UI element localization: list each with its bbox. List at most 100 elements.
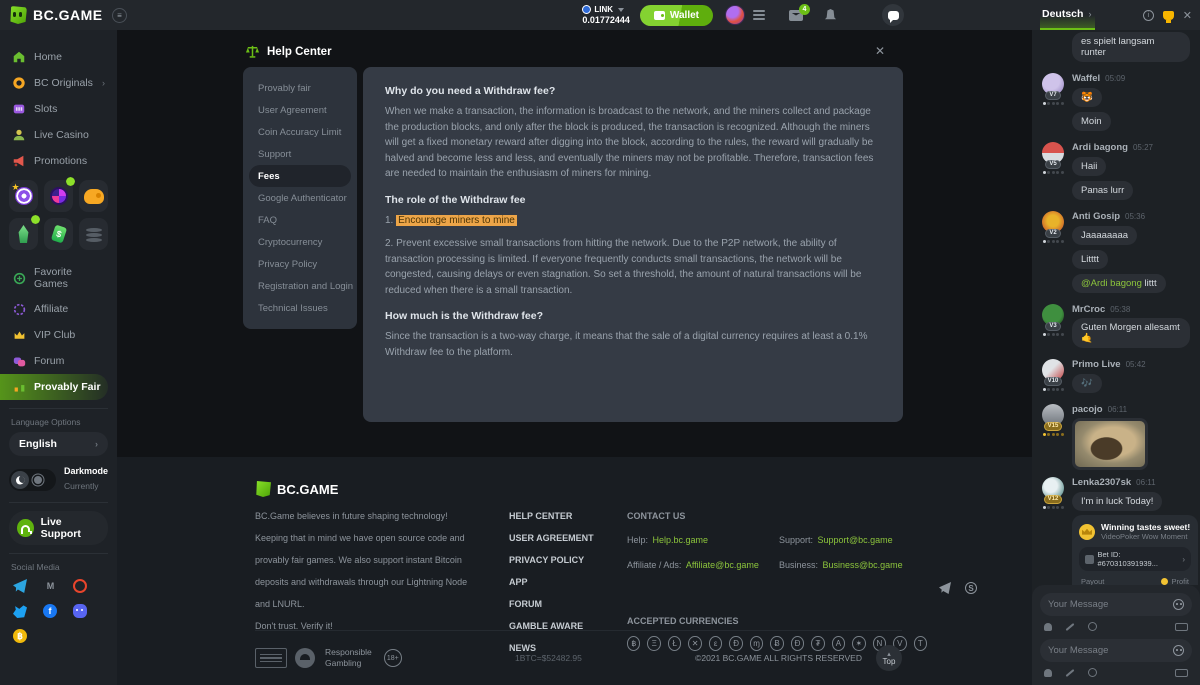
username[interactable]: Ardi bagong	[1072, 142, 1128, 153]
username[interactable]: MrCroc	[1072, 304, 1105, 315]
logo[interactable]: BC.GAME	[0, 6, 108, 24]
chat-language-tab[interactable]: Deutsch ›	[1040, 0, 1095, 30]
contact-label: Business:	[779, 560, 818, 570]
contact-support-link[interactable]: Support@bc.game	[817, 535, 892, 545]
username[interactable]: Primo Live	[1072, 359, 1121, 370]
telegram-icon[interactable]	[13, 579, 27, 593]
github-icon[interactable]	[73, 579, 87, 593]
sidebar-item-favorite-games[interactable]: Favorite Games	[9, 260, 108, 296]
sidebar-item-affiliate[interactable]: Affiliate	[9, 296, 108, 322]
timestamp: 06:11	[1136, 478, 1155, 487]
level-dots	[1043, 171, 1064, 174]
username[interactable]: Lenka2307sk	[1072, 477, 1131, 488]
language-selector[interactable]: English ›	[9, 432, 108, 456]
chat-input-2[interactable]	[1040, 639, 1192, 662]
footer-link-app[interactable]: APP	[509, 577, 627, 587]
darkmode-option[interactable]	[11, 471, 29, 489]
emoji-icon[interactable]	[1173, 645, 1184, 656]
chat-input-1[interactable]	[1040, 593, 1192, 616]
promo-piggy-bank-icon[interactable]	[79, 180, 108, 212]
sidebar-item-promotions[interactable]: Promotions	[9, 148, 108, 174]
message-bubble: I'm in luck Today!	[1072, 492, 1162, 511]
sidebar-item-vip-club[interactable]: VIP Club	[9, 322, 108, 348]
help-menu-cryptocurrency[interactable]: Cryptocurrency	[249, 231, 351, 253]
chat-close-icon[interactable]: ✕	[1183, 9, 1192, 22]
mention[interactable]: @Ardi bagong	[1081, 278, 1142, 289]
footer-link-user-agreement[interactable]: USER AGREEMENT	[509, 533, 627, 543]
promo-rocket-icon[interactable]	[9, 218, 38, 250]
edit-icon[interactable]	[1066, 623, 1075, 631]
username[interactable]: pacojo	[1072, 404, 1103, 415]
tip-users-icon[interactable]	[1044, 669, 1052, 677]
coin-drop-icon[interactable]	[1088, 668, 1097, 677]
sidebar-item-slots[interactable]: Slots	[9, 96, 108, 122]
username[interactable]: Anti Gosip	[1072, 211, 1120, 222]
sidebar-item-forum[interactable]: Forum	[9, 348, 108, 374]
footer-link-help-center[interactable]: HELP CENTER	[509, 511, 627, 521]
username[interactable]: Waffel	[1072, 73, 1100, 84]
contact-affiliate-link[interactable]: Affiliate@bc.game	[686, 560, 759, 570]
live-support-button[interactable]: Live Support	[9, 511, 108, 545]
medium-icon[interactable]: M	[43, 579, 57, 593]
content-heading-1: Why do you need a Withdraw fee?	[385, 85, 881, 97]
bet-id-button[interactable]: Bet ID: #670310391939... ›	[1079, 547, 1191, 571]
sidebar-item-live-casino[interactable]: Live Casino	[9, 122, 108, 148]
theme-title: Darkmode	[64, 466, 108, 476]
scroll-to-top-button[interactable]: ▴Top	[876, 645, 902, 671]
help-menu-registration-and-login[interactable]: Registration and Login	[249, 275, 351, 297]
edit-icon[interactable]	[1066, 669, 1075, 677]
sidebar-item-bc-originals[interactable]: BC Originals ›	[9, 70, 108, 96]
user-avatar[interactable]	[725, 5, 745, 25]
wallet-button[interactable]: Wallet	[640, 5, 713, 26]
photo-attachment[interactable]	[1072, 418, 1148, 470]
help-menu-fees[interactable]: Fees	[249, 165, 351, 187]
footer-link-privacy-policy[interactable]: PRIVACY POLICY	[509, 555, 627, 565]
help-menu-coin-accuracy-limit[interactable]: Coin Accuracy Limit	[249, 121, 351, 143]
help-menu-google-authenticator[interactable]: Google Authenticator	[249, 187, 351, 209]
facebook-icon[interactable]: f	[43, 604, 57, 618]
help-menu-privacy-policy[interactable]: Privacy Policy	[249, 253, 351, 275]
help-menu-provably-fair[interactable]: Provably fair	[249, 77, 351, 99]
contact-help-link[interactable]: Help.bc.game	[652, 535, 708, 545]
trophy-icon[interactable]	[1163, 11, 1174, 20]
lightmode-option[interactable]	[29, 471, 47, 489]
bitcointalk-icon[interactable]: ฿	[13, 629, 27, 643]
sidebar-item-home[interactable]: Home	[9, 44, 108, 70]
sidebar-item-label: VIP Club	[34, 329, 75, 341]
tip-users-icon[interactable]	[1044, 623, 1052, 631]
footer-link-forum[interactable]: FORUM	[509, 599, 627, 609]
close-icon[interactable]: ✕	[875, 44, 885, 58]
telegram-icon[interactable]	[939, 582, 951, 594]
coin-selector[interactable]: LINK 0.01772444	[582, 5, 630, 25]
emoji-icon[interactable]	[1173, 599, 1184, 610]
help-menu-technical-issues[interactable]: Technical Issues	[249, 297, 351, 319]
promo-dollar-tag-icon[interactable]: $	[44, 218, 73, 250]
discord-icon[interactable]	[73, 604, 87, 618]
inbox-button[interactable]: 4	[789, 10, 803, 21]
affiliate-icon	[12, 302, 26, 316]
coin-drop-icon[interactable]	[1088, 622, 1097, 631]
keyboard-icon[interactable]	[1175, 669, 1188, 677]
chat-toggle-button[interactable]	[882, 4, 904, 26]
sidebar-collapse-button[interactable]: ≡	[112, 8, 127, 23]
keyboard-icon[interactable]	[1175, 623, 1188, 631]
divider	[9, 553, 108, 554]
account-menu-icon[interactable]	[753, 10, 765, 20]
help-menu-support[interactable]: Support	[249, 143, 351, 165]
message-input[interactable]	[1048, 599, 1173, 610]
twitter-icon[interactable]	[13, 604, 27, 618]
help-menu-faq[interactable]: FAQ	[249, 209, 351, 231]
moon-icon	[16, 476, 25, 485]
skype-icon[interactable]: S	[965, 582, 977, 594]
message-input[interactable]	[1048, 645, 1173, 656]
bet-card-title: Winning tastes sweet!	[1101, 522, 1190, 532]
theme-toggle[interactable]	[9, 469, 56, 491]
contact-business-link[interactable]: Business@bc.game	[822, 560, 902, 570]
notifications-bell-icon[interactable]	[825, 9, 836, 21]
promo-coins-icon[interactable]	[79, 218, 108, 250]
promo-lucky-wheel-icon[interactable]	[44, 180, 73, 212]
help-menu-user-agreement[interactable]: User Agreement	[249, 99, 351, 121]
promo-target-icon[interactable]	[9, 180, 38, 212]
chat-rules-info-icon[interactable]: i	[1143, 10, 1154, 21]
sidebar-item-provably-fair[interactable]: Provably Fair	[0, 374, 108, 400]
